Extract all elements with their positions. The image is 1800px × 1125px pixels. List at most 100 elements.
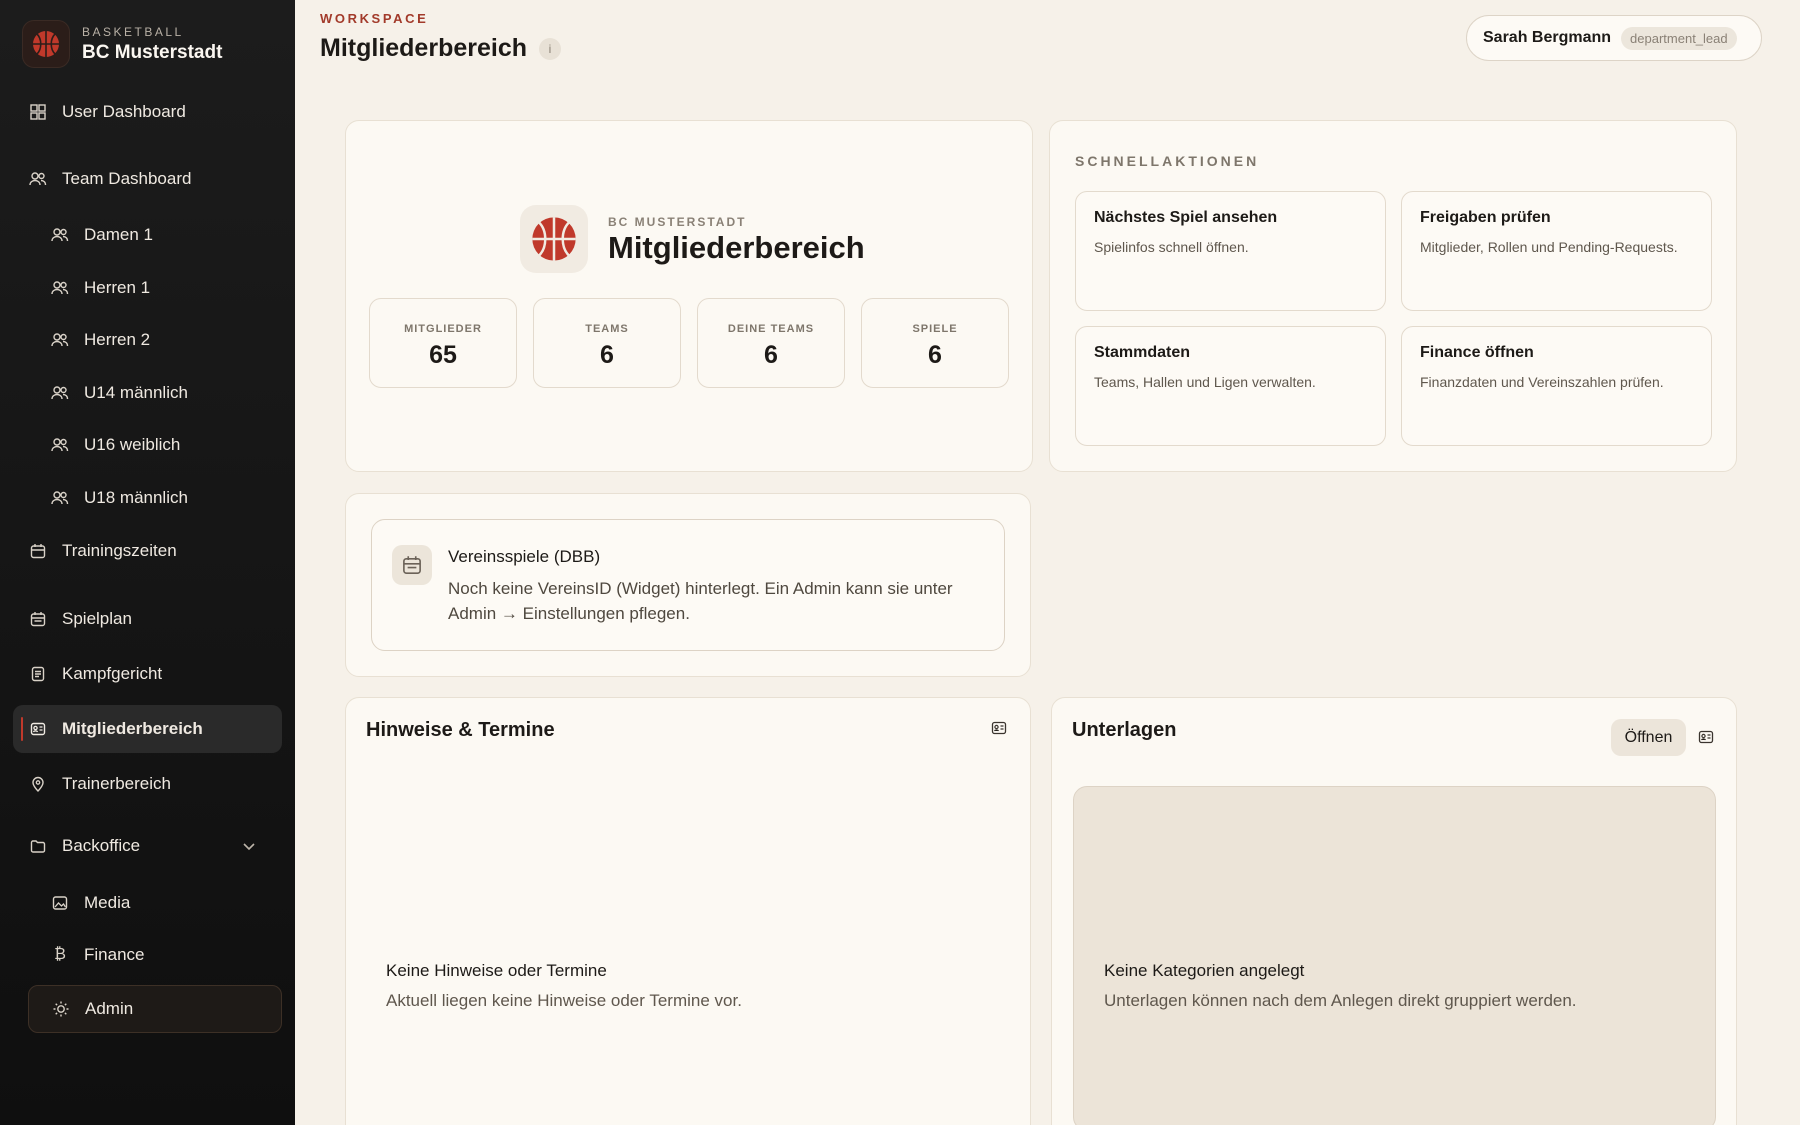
sidebar-item-herren-2[interactable]: Herren 2 — [50, 316, 150, 364]
users-icon — [50, 383, 70, 403]
quick-action-desc: Finanzdaten und Vereinszahlen prüfen. — [1420, 374, 1664, 390]
sidebar-item-u16-weiblich[interactable]: U16 weiblich — [50, 421, 180, 469]
quick-action-finance[interactable]: Finance öffnen Finanzdaten und Vereinsza… — [1401, 326, 1712, 446]
sidebar-item-label: Damen 1 — [84, 225, 153, 244]
user-chip[interactable]: Sarah Bergmann department_lead — [1466, 15, 1762, 61]
clipboard-icon — [28, 664, 48, 684]
workspace-kicker: WORKSPACE — [320, 11, 429, 26]
notices-card — [345, 697, 1031, 1125]
quick-action-master-data[interactable]: Stammdaten Teams, Hallen und Ligen verwa… — [1075, 326, 1386, 446]
sidebar-item-label: Admin — [85, 999, 134, 1018]
sidebar-item-u14-maennlich[interactable]: U14 männlich — [50, 369, 188, 417]
sidebar-item-label: Team Dashboard — [62, 169, 192, 188]
quick-action-title: Finance öffnen — [1420, 344, 1534, 361]
sidebar-item-damen-1[interactable]: Damen 1 — [50, 211, 153, 259]
stat-label: SPIELE — [912, 323, 958, 335]
page-title: Mitgliederbereich — [320, 34, 527, 62]
sidebar-item-backoffice[interactable]: Backoffice — [28, 822, 274, 870]
stat-value: 65 — [429, 341, 457, 369]
stat-value: 6 — [600, 341, 614, 369]
calendar-icon — [392, 545, 432, 585]
users-icon — [28, 169, 48, 189]
sidebar-item-label: U18 männlich — [84, 488, 188, 507]
sidebar-item-label: Trainerbereich — [62, 774, 171, 793]
quick-actions-kicker: SCHNELLAKTIONEN — [1075, 153, 1260, 169]
sidebar-item-label: Spielplan — [62, 609, 132, 628]
brand-kicker: BASKETBALL — [82, 24, 184, 39]
calendar-icon — [28, 541, 48, 561]
documents-empty-desc: Unterlagen können nach dem Anlegen direk… — [1104, 991, 1577, 1010]
sidebar-item-label: Mitgliederbereich — [62, 719, 203, 738]
sidebar-item-u18-maennlich[interactable]: U18 männlich — [50, 474, 188, 522]
sidebar-item-media[interactable]: Media — [50, 879, 130, 927]
sidebar-item-admin[interactable]: Admin — [28, 985, 282, 1033]
open-button[interactable]: Öffnen — [1611, 719, 1686, 756]
sidebar-item-user-dashboard[interactable]: User Dashboard — [28, 88, 186, 136]
folder-icon — [28, 836, 48, 856]
documents-title: Unterlagen — [1072, 719, 1177, 741]
bitcoin-icon: ₿ — [54, 946, 66, 963]
hero-title: Mitgliederbereich — [608, 230, 865, 265]
quick-action-title: Stammdaten — [1094, 344, 1191, 361]
notices-title: Hinweise & Termine — [366, 719, 555, 741]
stat-deine-teams: DEINE TEAMS 6 — [697, 298, 845, 388]
brand[interactable]: BASKETBALL BC Musterstadt — [22, 20, 222, 68]
image-icon — [50, 893, 70, 913]
page-title-wrap: Mitgliederbereich i — [320, 34, 561, 63]
sidebar-item-trainerbereich[interactable]: Trainerbereich — [28, 760, 171, 808]
sidebar-item-label: User Dashboard — [62, 102, 186, 121]
id-card-icon[interactable] — [1698, 729, 1714, 750]
sidebar-item-label: U16 weiblich — [84, 435, 181, 454]
sidebar-item-team-dashboard[interactable]: Team Dashboard — [28, 155, 191, 203]
id-card-icon — [28, 719, 48, 739]
sidebar-item-label: Finance — [84, 945, 145, 964]
sidebar-item-label: Trainingszeiten — [62, 541, 177, 560]
quick-action-desc: Mitglieder, Rollen und Pending-Requests. — [1420, 239, 1678, 255]
stat-label: DEINE TEAMS — [727, 323, 815, 335]
users-icon — [50, 225, 70, 245]
stat-teams: TEAMS 6 — [533, 298, 681, 388]
sidebar-item-kampfgericht[interactable]: Kampfgericht — [28, 650, 162, 698]
user-name: Sarah Bergmann — [1483, 29, 1612, 46]
club-games-notice: Vereinsspiele (DBB) Noch keine VereinsID… — [371, 519, 1005, 651]
quick-action-next-game[interactable]: Nächstes Spiel ansehen Spielinfos schnel… — [1075, 191, 1386, 311]
quick-action-desc: Spielinfos schnell öffnen. — [1094, 239, 1249, 255]
basketball-icon — [520, 205, 588, 273]
basketball-icon — [22, 20, 70, 68]
role-badge: department_lead — [1621, 26, 1737, 50]
calendar-icon — [28, 609, 48, 629]
grid-icon — [28, 102, 48, 122]
sidebar-item-trainingszeiten[interactable]: Trainingszeiten — [28, 527, 177, 575]
sidebar-item-mitgliederbereich[interactable]: Mitgliederbereich — [13, 705, 282, 753]
sidebar-item-label: Backoffice — [62, 836, 141, 855]
hero-card — [345, 120, 1033, 472]
hero-kicker: BC MUSTERSTADT — [608, 215, 747, 229]
sidebar-item-herren-1[interactable]: Herren 1 — [50, 264, 150, 312]
documents-area — [1073, 786, 1716, 1125]
sun-icon — [51, 999, 71, 1019]
map-pin-icon — [28, 774, 48, 794]
sidebar-item-label: Kampfgericht — [62, 664, 163, 683]
quick-action-title: Freigaben prüfen — [1420, 209, 1551, 226]
notices-empty-title: Keine Hinweise oder Termine — [386, 961, 607, 980]
sidebar-item-label: Herren 2 — [84, 330, 151, 349]
sidebar-item-label: U14 männlich — [84, 383, 188, 402]
sidebar-item-spielplan[interactable]: Spielplan — [28, 595, 132, 643]
sidebar-item-finance[interactable]: ₿ Finance — [50, 931, 144, 979]
users-icon — [50, 278, 70, 298]
users-icon — [50, 330, 70, 350]
sidebar-item-label: Media — [84, 893, 131, 912]
users-icon — [50, 435, 70, 455]
documents-empty-title: Keine Kategorien angelegt — [1104, 961, 1305, 980]
quick-action-approvals[interactable]: Freigaben prüfen Mitglieder, Rollen und … — [1401, 191, 1712, 311]
club-games-desc: Noch keine VereinsID (Widget) hinterlegt… — [448, 579, 953, 623]
stat-spiele: SPIELE 6 — [861, 298, 1009, 388]
sidebar-item-label: Herren 1 — [84, 278, 151, 297]
brand-name: BC Musterstadt — [82, 41, 223, 63]
notices-empty-desc: Aktuell liegen keine Hinweise oder Termi… — [386, 991, 742, 1010]
id-card-icon[interactable] — [991, 720, 1007, 741]
stat-value: 6 — [928, 341, 942, 369]
quick-action-title: Nächstes Spiel ansehen — [1094, 209, 1278, 226]
chevron-down-icon[interactable] — [242, 836, 256, 856]
info-icon[interactable]: i — [539, 37, 561, 60]
